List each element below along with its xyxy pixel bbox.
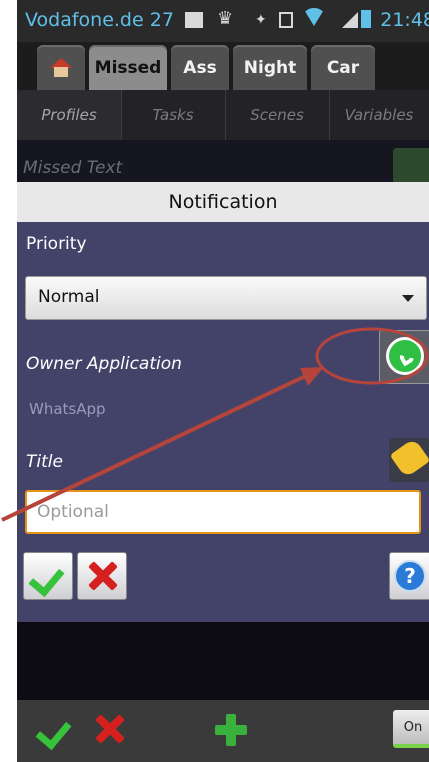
tab-ass[interactable]: Ass (171, 45, 229, 90)
tab-variables[interactable]: Variables (329, 90, 429, 140)
tab-scenes[interactable]: Scenes (225, 90, 330, 140)
tab-tasks[interactable]: Tasks (121, 90, 226, 140)
background-check-icon (393, 148, 429, 184)
signal-icon (342, 12, 358, 28)
dialog-title: Notification (17, 182, 429, 222)
whatsapp-icon (386, 337, 424, 375)
owner-application-label: Owner Application (26, 354, 182, 374)
tab-car[interactable]: Car (311, 45, 375, 90)
priority-select[interactable]: Normal (25, 276, 427, 320)
phone-screen: Vodafone.de 27 ♛ ✦ 21:48 Missed Ass Nigh… (17, 0, 429, 762)
owner-application-value: WhatsApp (29, 400, 106, 418)
vibrate-icon (279, 12, 293, 28)
help-button[interactable]: ? (389, 552, 429, 600)
add-button[interactable] (205, 706, 255, 756)
dropdown-arrow-icon (402, 295, 414, 302)
tab-night-label: Night (243, 57, 297, 78)
carrier-label: Vodafone.de 27 (25, 9, 174, 31)
close-icon (86, 559, 118, 593)
tab-scenes-label: Scenes (250, 106, 304, 124)
tab-car-label: Car (326, 57, 360, 78)
cancel-button[interactable] (77, 552, 127, 600)
project-tabs: Missed Ass Night Car (17, 42, 429, 90)
tab-missed[interactable]: Missed (89, 45, 167, 90)
check-icon (35, 712, 72, 751)
tab-ass-label: Ass (183, 57, 217, 78)
app-picker-button[interactable] (379, 330, 429, 384)
title-input[interactable] (25, 490, 421, 534)
tab-night[interactable]: Night (233, 45, 307, 90)
bottom-toolbar: On (17, 700, 429, 762)
battery-icon (361, 10, 371, 28)
accept-button[interactable] (23, 552, 73, 600)
notification-dialog: Notification Priority Normal Owner Appli… (17, 182, 429, 622)
close-icon (93, 712, 125, 746)
help-icon: ? (394, 560, 426, 592)
gallery-notification-icon (185, 12, 203, 28)
variable-tag-button[interactable] (389, 437, 429, 482)
tag-icon (389, 437, 429, 479)
tab-missed-label: Missed (94, 57, 162, 78)
dialog-buttons: ? (17, 552, 429, 604)
tab-tasks-label: Tasks (152, 106, 194, 124)
enable-toggle[interactable]: On (393, 710, 429, 748)
title-label: Title (26, 452, 63, 472)
clock: 21:48 (380, 9, 429, 31)
app-notification-icon: ♛ (217, 8, 234, 29)
priority-label: Priority (26, 234, 87, 254)
apply-button[interactable] (31, 706, 81, 756)
priority-value: Normal (38, 287, 100, 307)
wifi-icon (303, 8, 325, 26)
tab-profiles[interactable]: Profiles (17, 90, 122, 140)
background-profile-name: Missed Text (23, 158, 123, 178)
background-profile-row: Missed Text (17, 140, 429, 184)
bluetooth-icon: ✦ (255, 12, 267, 28)
status-bar: Vodafone.de 27 ♛ ✦ 21:48 (17, 0, 429, 42)
tab-home[interactable] (37, 45, 85, 90)
tab-variables-label: Variables (344, 106, 414, 124)
plus-icon (215, 714, 247, 746)
discard-button[interactable] (85, 706, 135, 756)
sub-tabs: Profiles Tasks Scenes Variables (17, 90, 429, 140)
check-icon (28, 559, 65, 598)
home-icon (50, 57, 72, 78)
tab-profiles-label: Profiles (41, 106, 97, 124)
